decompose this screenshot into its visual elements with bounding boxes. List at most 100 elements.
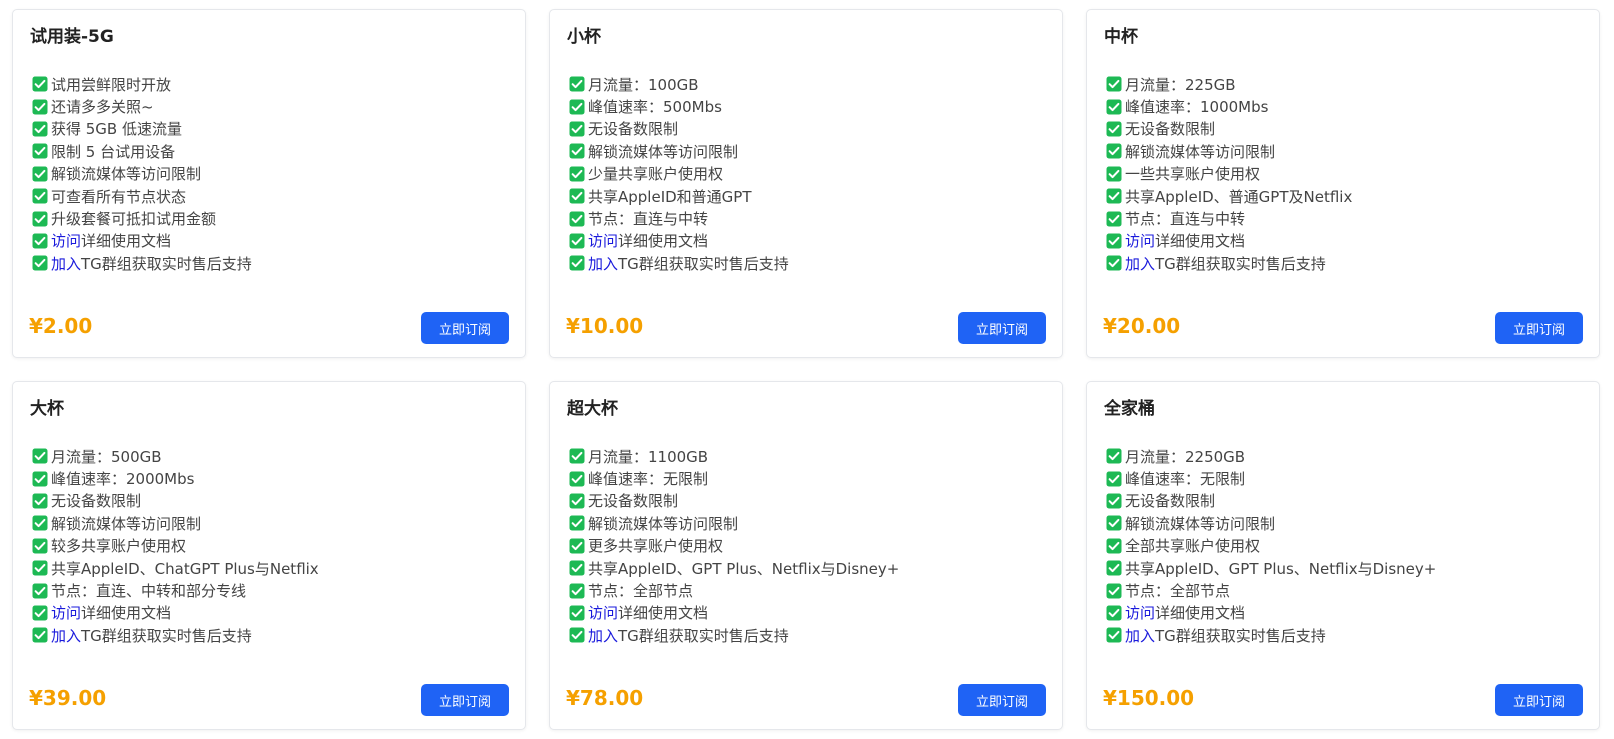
subscribe-button[interactable]: 立即订阅 — [958, 684, 1046, 716]
checkbox-checked-icon — [569, 255, 585, 271]
tg-group-link[interactable]: 加入 — [51, 253, 81, 274]
feature-text: 节点：直连与中转 — [1125, 210, 1246, 229]
plan-title: 全家桶 — [1104, 399, 1155, 419]
feature-text: 节点：全部节点 — [588, 582, 694, 601]
tg-group-link[interactable]: 加入 — [588, 625, 618, 646]
feature-item: 月流量：2250GB — [1106, 445, 1436, 467]
feature-text: 节点：直连与中转 — [588, 210, 709, 229]
subscribe-button[interactable]: 立即订阅 — [958, 312, 1046, 344]
checkbox-checked-icon — [1106, 99, 1122, 115]
subscribe-button[interactable]: 立即订阅 — [421, 684, 509, 716]
tg-group-link[interactable]: 加入 — [1125, 625, 1155, 646]
tg-group-link[interactable]: 加入 — [1125, 253, 1155, 274]
docs-link[interactable]: 访问 — [51, 230, 81, 251]
feature-text: 无设备数限制 — [588, 492, 679, 511]
feature-item: 更多共享账户使用权 — [569, 535, 899, 557]
feature-text: 详细使用文档 — [618, 604, 709, 623]
checkbox-checked-icon — [569, 471, 585, 487]
feature-text: 月流量：1100GB — [588, 447, 709, 466]
checkbox-checked-icon — [32, 233, 48, 249]
plan-card: 中杯 月流量：225GB 峰值速率：1000Mbs 无设备数限制 解锁流媒体等访问限制… — [1086, 9, 1600, 358]
checkbox-checked-icon — [1106, 143, 1122, 159]
feature-text: 详细使用文档 — [1155, 604, 1246, 623]
feature-text: 无设备数限制 — [1125, 120, 1216, 139]
feature-item: 共享AppleID、GPT Plus、Netflix与Disney+ — [569, 557, 899, 579]
checkbox-checked-icon — [1106, 583, 1122, 599]
feature-item: 无设备数限制 — [569, 490, 899, 512]
feature-text: 还请多多关照~ — [51, 98, 154, 117]
checkbox-checked-icon — [569, 627, 585, 643]
feature-text: 月流量：500GB — [51, 447, 162, 466]
checkbox-checked-icon — [32, 493, 48, 509]
feature-item: 少量共享账户使用权 — [569, 163, 789, 185]
feature-text: 一些共享账户使用权 — [1125, 165, 1261, 184]
feature-text: TG群组获取实时售后支持 — [81, 254, 252, 273]
feature-text: 月流量：2250GB — [1125, 447, 1246, 466]
checkbox-checked-icon — [32, 560, 48, 576]
feature-item: 无设备数限制 — [32, 490, 319, 512]
feature-item: 较多共享账户使用权 — [32, 535, 319, 557]
tg-group-link[interactable]: 加入 — [588, 253, 618, 274]
feature-item: 共享AppleID和普通GPT — [569, 185, 789, 207]
tg-group-link[interactable]: 加入 — [51, 625, 81, 646]
subscribe-button[interactable]: 立即订阅 — [1495, 312, 1583, 344]
checkbox-checked-icon — [569, 605, 585, 621]
feature-item: 节点：直连与中转 — [569, 207, 789, 229]
feature-text: 峰值速率：2000Mbs — [51, 470, 195, 489]
feature-list: 月流量：100GB 峰值速率：500Mbs 无设备数限制 解锁流媒体等访问限制 少量共享… — [569, 73, 789, 275]
feature-item: 加入 TG群组获取实时售后支持 — [32, 252, 252, 274]
checkbox-checked-icon — [1106, 605, 1122, 621]
feature-item: 解锁流媒体等访问限制 — [32, 163, 252, 185]
feature-item: 访问 详细使用文档 — [1106, 602, 1436, 624]
checkbox-checked-icon — [32, 143, 48, 159]
feature-text: 详细使用文档 — [1155, 232, 1246, 251]
plan-title: 超大杯 — [567, 399, 618, 419]
checkbox-checked-icon — [1106, 233, 1122, 249]
feature-text: 共享AppleID、GPT Plus、Netflix与Disney+ — [1125, 559, 1437, 578]
docs-link[interactable]: 访问 — [1125, 230, 1155, 251]
feature-item: 月流量：225GB — [1106, 73, 1352, 95]
feature-item: 解锁流媒体等访问限制 — [1106, 512, 1436, 534]
feature-item: 解锁流媒体等访问限制 — [32, 512, 319, 534]
subscribe-button[interactable]: 立即订阅 — [421, 312, 509, 344]
checkbox-checked-icon — [32, 471, 48, 487]
feature-list: 月流量：225GB 峰值速率：1000Mbs 无设备数限制 解锁流媒体等访问限制 一些共… — [1106, 73, 1352, 275]
docs-link[interactable]: 访问 — [51, 602, 81, 623]
feature-item: 加入 TG群组获取实时售后支持 — [1106, 252, 1352, 274]
feature-text: 限制 5 台试用设备 — [51, 142, 176, 161]
feature-item: 共享AppleID、普通GPT及Netflix — [1106, 185, 1352, 207]
checkbox-checked-icon — [32, 515, 48, 531]
checkbox-checked-icon — [569, 560, 585, 576]
plan-title: 大杯 — [30, 399, 64, 419]
feature-text: 升级套餐可抵扣试用金额 — [51, 210, 217, 229]
feature-text: 无设备数限制 — [51, 492, 142, 511]
feature-list: 月流量：1100GB 峰值速率：无限制 无设备数限制 解锁流媒体等访问限制 更多共享账户… — [569, 445, 899, 647]
feature-list: 月流量：500GB 峰值速率：2000Mbs 无设备数限制解锁流媒体等访问限制较多共… — [32, 445, 319, 647]
plan-title: 小杯 — [567, 27, 601, 47]
checkbox-checked-icon — [569, 538, 585, 554]
docs-link[interactable]: 访问 — [588, 602, 618, 623]
checkbox-checked-icon — [569, 76, 585, 92]
feature-item: 试用尝鲜限时开放 — [32, 73, 252, 95]
docs-link[interactable]: 访问 — [588, 230, 618, 251]
checkbox-checked-icon — [1106, 121, 1122, 137]
checkbox-checked-icon — [32, 99, 48, 115]
checkbox-checked-icon — [569, 121, 585, 137]
subscribe-button[interactable]: 立即订阅 — [1495, 684, 1583, 716]
feature-item: 解锁流媒体等访问限制 — [569, 512, 899, 534]
feature-item: 限制 5 台试用设备 — [32, 140, 252, 162]
docs-link[interactable]: 访问 — [1125, 602, 1155, 623]
feature-item: 峰值速率：2000Mbs — [32, 467, 319, 489]
feature-item: 解锁流媒体等访问限制 — [569, 140, 789, 162]
plan-price: ¥10.00 — [566, 314, 644, 338]
checkbox-checked-icon — [32, 166, 48, 182]
feature-text: 获得 5GB 低速流量 — [51, 120, 182, 139]
plan-price: ¥78.00 — [566, 686, 644, 710]
feature-text: 全部共享账户使用权 — [1125, 537, 1261, 556]
feature-text: 共享AppleID、ChatGPT Plus与Netflix — [51, 559, 319, 578]
feature-text: 共享AppleID、GPT Plus、Netflix与Disney+ — [588, 559, 900, 578]
checkbox-checked-icon — [32, 121, 48, 137]
feature-text: 解锁流媒体等访问限制 — [51, 514, 202, 533]
feature-text: 试用尝鲜限时开放 — [51, 75, 172, 94]
feature-text: TG群组获取实时售后支持 — [1155, 254, 1326, 273]
